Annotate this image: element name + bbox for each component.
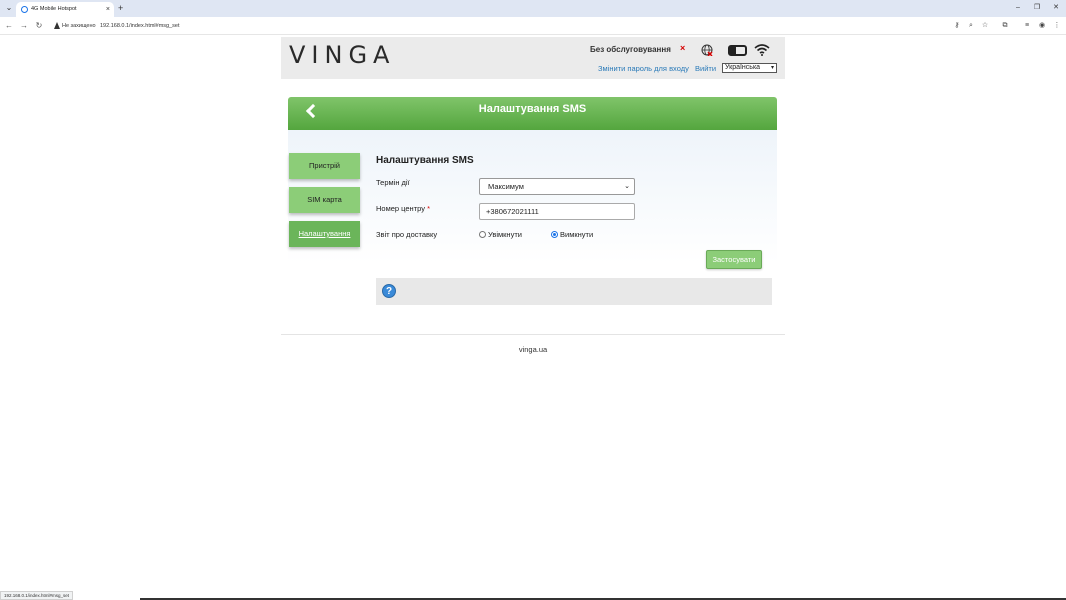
change-password-link[interactable]: Змінити пароль для входу xyxy=(598,64,689,73)
chevron-down-icon: ⌄ xyxy=(624,183,630,190)
logout-link[interactable]: Вийти xyxy=(695,64,716,73)
extensions-icon[interactable]: ⧉ xyxy=(1000,20,1010,32)
center-number-label-text: Номер центру xyxy=(376,204,425,213)
bookmark-star-icon[interactable]: ☆ xyxy=(980,20,990,32)
main-content: Пристрій SIM карта Налаштування Налаштув… xyxy=(288,130,777,320)
new-tab-button[interactable]: + xyxy=(118,2,123,14)
network-status: Без обслуговування xyxy=(590,45,671,54)
tab-title: 4G Mobile Hotspot xyxy=(31,6,77,12)
restore-icon[interactable]: ❐ xyxy=(1031,2,1043,14)
wifi-icon xyxy=(754,44,770,56)
address-bar[interactable]: Не захищено 192.168.0.1/index.html#msg_s… xyxy=(50,19,950,33)
validity-label: Термін дії xyxy=(376,178,410,187)
browser-tab[interactable]: 4G Mobile Hotspot × xyxy=(16,2,114,17)
report-on-label[interactable]: Увімкнути xyxy=(488,230,522,239)
page-banner: Налаштування SMS xyxy=(288,97,777,130)
browser-tab-bar: ⌄ 4G Mobile Hotspot × + – ❐ ✕ xyxy=(0,0,1066,17)
forward-icon[interactable]: → xyxy=(19,20,29,32)
router-header: VINGA Без обслуговування × Змінити парол… xyxy=(281,37,785,79)
url-text[interactable]: 192.168.0.1/index.html#msg_set xyxy=(100,20,180,32)
globe-icon xyxy=(701,44,713,56)
report-off-label[interactable]: Вимкнути xyxy=(560,230,593,239)
footer-link[interactable]: vinga.ua xyxy=(0,345,1066,354)
required-mark: * xyxy=(427,204,430,213)
sim-icon xyxy=(728,45,747,56)
tab-search-icon[interactable]: ⌄ xyxy=(4,3,14,13)
center-number-input[interactable]: +380672021111 xyxy=(479,203,635,220)
tab-groups-icon[interactable]: ≡ xyxy=(1022,20,1032,32)
footer-divider xyxy=(281,334,785,335)
delivery-report-label: Звіт про доставку xyxy=(376,230,438,239)
back-icon[interactable]: ← xyxy=(4,20,14,32)
sidebar-item-settings[interactable]: Налаштування xyxy=(289,221,360,247)
page-title: Налаштування SMS xyxy=(478,103,587,115)
form-title: Налаштування SMS xyxy=(376,155,474,166)
help-icon[interactable]: ? xyxy=(382,284,396,298)
report-on-radio[interactable] xyxy=(479,231,486,238)
vinga-logo: VINGA xyxy=(289,41,396,69)
validity-select[interactable]: Максимум ⌄ xyxy=(479,178,635,195)
apply-button[interactable]: Застосувати xyxy=(706,250,762,269)
no-service-icon: × xyxy=(680,43,686,53)
language-select[interactable]: Українська ▾ xyxy=(722,63,777,73)
report-off-radio[interactable] xyxy=(551,231,558,238)
tab-close-icon[interactable]: × xyxy=(106,4,110,15)
password-key-icon[interactable]: ⚷ xyxy=(952,20,962,32)
reload-icon[interactable]: ↻ xyxy=(34,20,44,32)
sidebar-item-sim[interactable]: SIM карта xyxy=(289,187,360,213)
help-panel: ? xyxy=(376,278,772,305)
sidebar-item-device[interactable]: Пристрій xyxy=(289,153,360,179)
language-value: Українська xyxy=(725,64,761,71)
favicon-icon xyxy=(21,6,28,13)
center-number-label: Номер центру * xyxy=(376,204,430,213)
chevron-down-icon: ▾ xyxy=(770,65,774,71)
warning-icon xyxy=(54,22,60,29)
minimize-icon[interactable]: – xyxy=(1012,2,1024,14)
zoom-icon[interactable]: ⌕ xyxy=(966,20,976,32)
menu-icon[interactable]: ⋮ xyxy=(1052,20,1062,32)
browser-toolbar: ← → ↻ Не захищено 192.168.0.1/index.html… xyxy=(0,17,1066,35)
validity-value: Максимум xyxy=(488,182,524,191)
close-window-icon[interactable]: ✕ xyxy=(1050,2,1062,14)
not-secure-label[interactable]: Не захищено xyxy=(62,20,96,32)
browser-status-url: 192.168.0.1/index.html#msg_set xyxy=(0,591,74,600)
profile-icon[interactable]: ◉ xyxy=(1037,20,1047,32)
